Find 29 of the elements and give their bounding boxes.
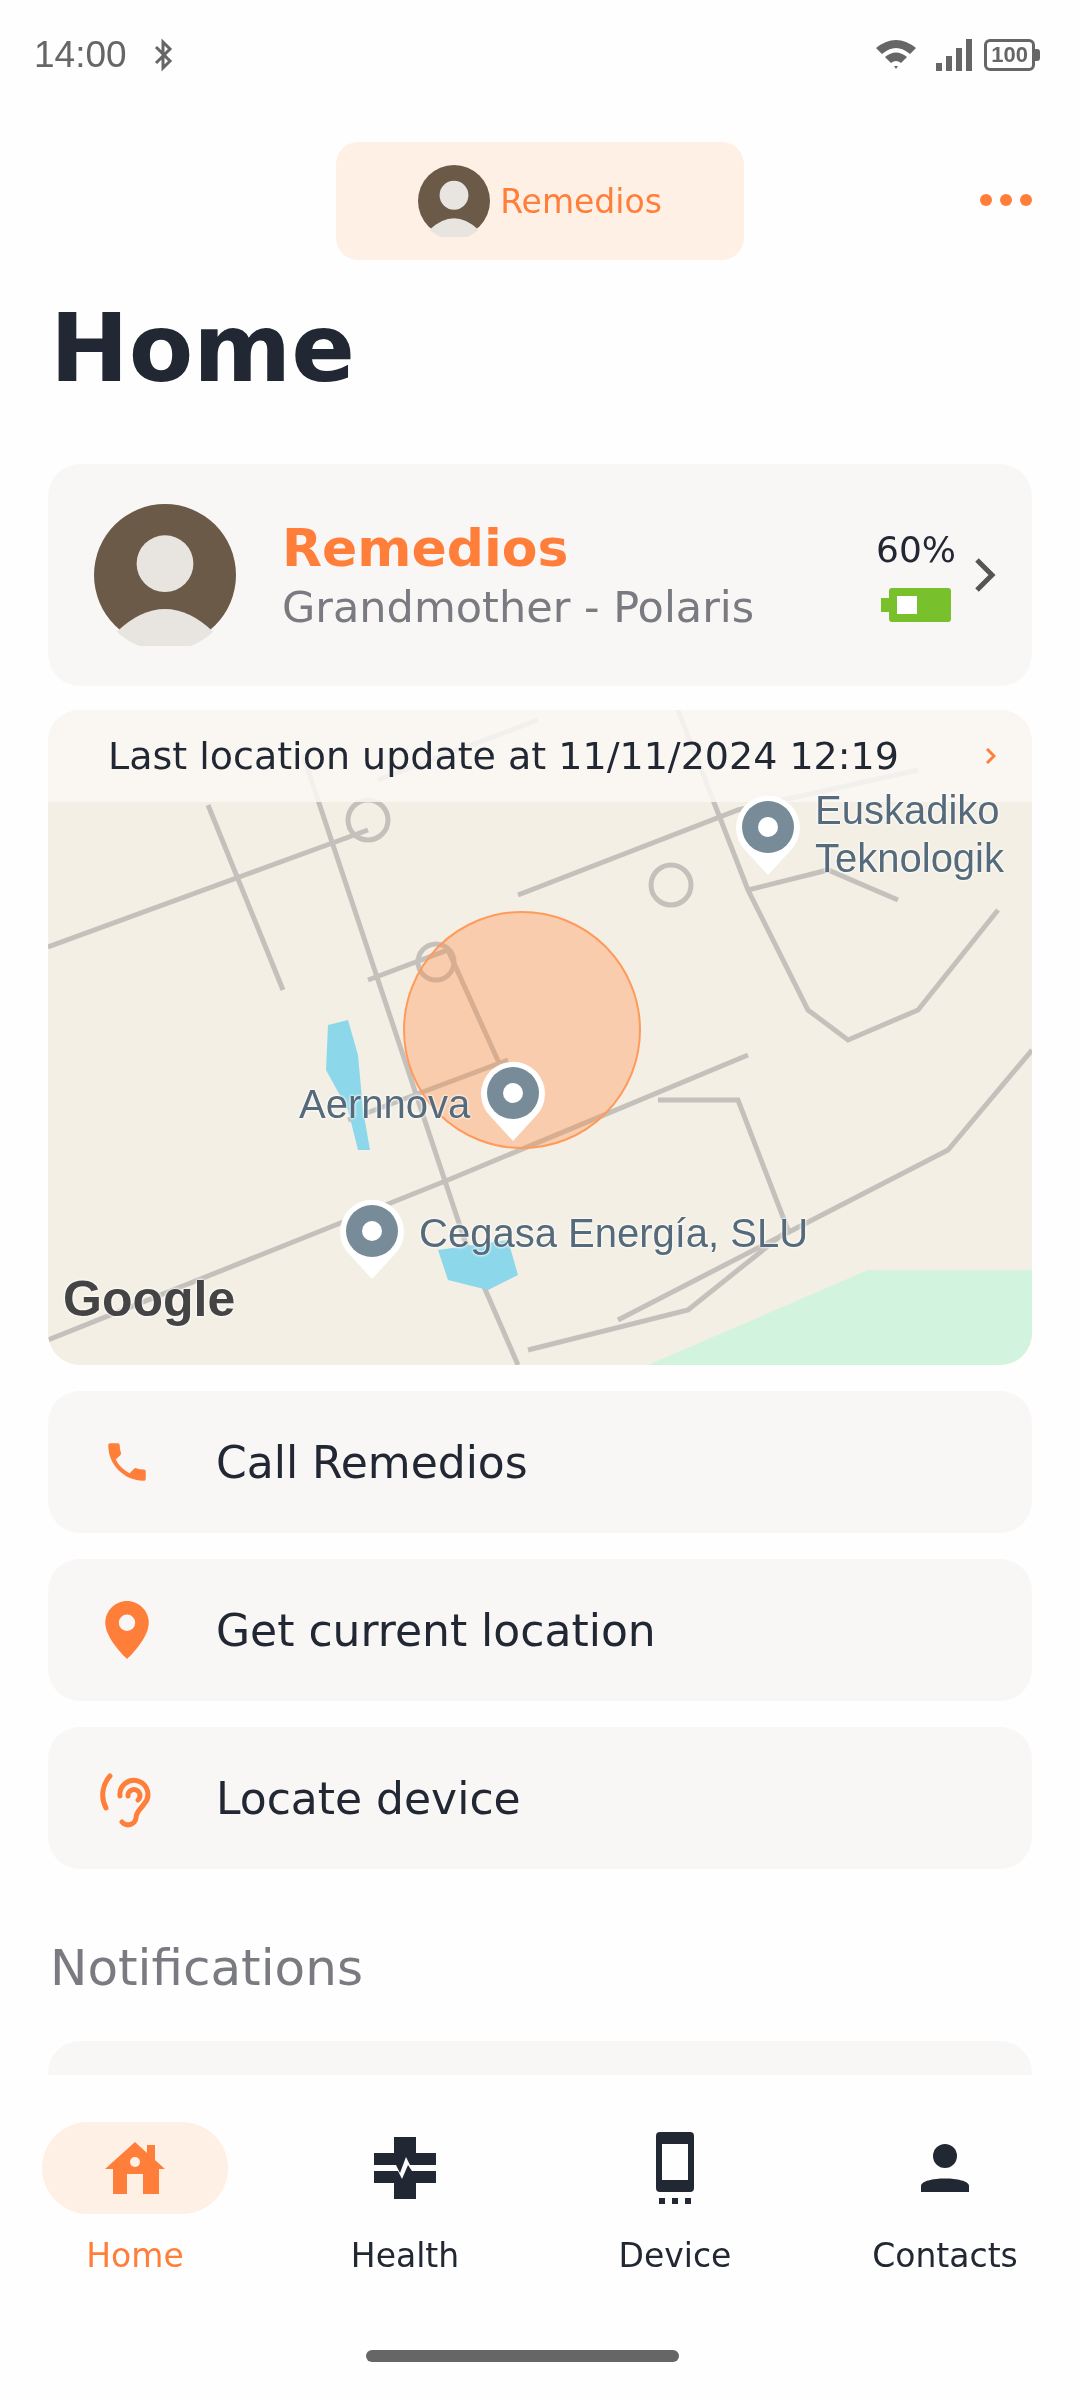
- profile-name: Remedios: [282, 518, 570, 578]
- bluetooth-icon: [152, 37, 175, 73]
- chevron-right-icon: [974, 557, 996, 593]
- map-pin-icon: [734, 793, 802, 877]
- profile-subtitle: Grandmother - Polaris: [282, 582, 756, 632]
- google-logo: Google: [63, 1270, 236, 1328]
- phone-icon: [656, 2132, 694, 2204]
- nav-tab[interactable]: Contacts: [810, 2122, 1080, 2275]
- more-icon: [980, 194, 1032, 206]
- action-button[interactable]: Locate device: [48, 1727, 1032, 1869]
- nav-tab[interactable]: Device: [540, 2122, 810, 2275]
- map-place-label: Cegasa Energía, SLU: [419, 1210, 809, 1257]
- chevron-right-icon: [986, 748, 996, 764]
- battery-percentage: 60%: [876, 528, 956, 570]
- status-time: 14:00: [34, 34, 127, 76]
- profile-card[interactable]: Remedios Grandmother - Polaris 60%: [48, 464, 1032, 686]
- house-icon: [105, 2142, 165, 2194]
- action-button[interactable]: Get current location: [48, 1559, 1032, 1701]
- action-button[interactable]: Call Remedios: [48, 1391, 1032, 1533]
- section-heading: Notifications: [50, 1938, 364, 1999]
- person-icon: [921, 2144, 969, 2192]
- page-title: Home: [50, 293, 356, 405]
- medical-cross-icon: [374, 2137, 436, 2199]
- map-pin-icon: [338, 1197, 406, 1281]
- battery-icon: [881, 587, 951, 622]
- nav-tab[interactable]: Health: [270, 2122, 540, 2275]
- location-update-text: Last location update at 11/11/2024 12:19: [108, 734, 900, 778]
- map-pin-icon: [479, 1059, 547, 1143]
- location-pin-icon: [105, 1601, 149, 1659]
